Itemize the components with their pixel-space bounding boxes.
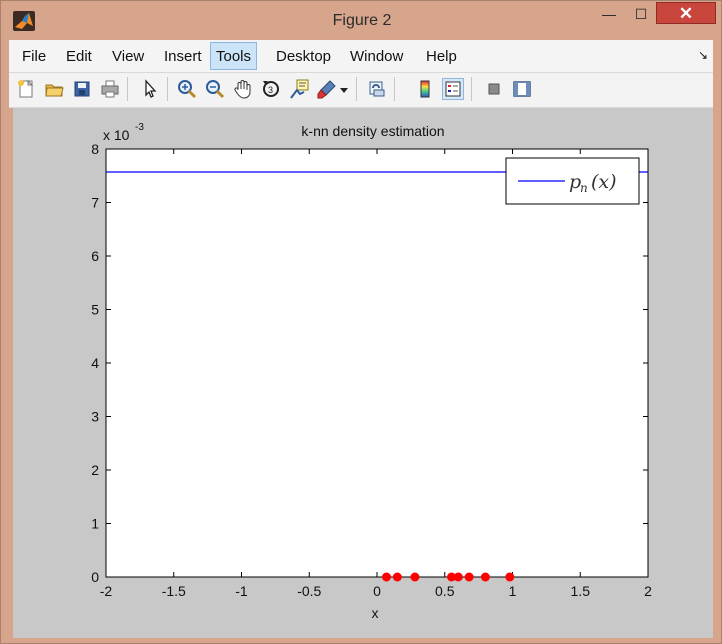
menu-help[interactable]: Help <box>421 46 462 68</box>
y-tick-label: 7 <box>91 195 99 211</box>
colorbar-icon[interactable] <box>414 78 436 100</box>
figure-window: Figure 2 — ☐ ✕ File Edit View Insert Too… <box>0 0 722 644</box>
print-icon[interactable] <box>99 78 121 100</box>
save-icon[interactable] <box>71 78 93 100</box>
sample-point <box>464 572 474 582</box>
x-tick-label: -0.5 <box>297 583 321 599</box>
maximize-button[interactable]: ☐ <box>628 3 654 25</box>
y-tick-label: 0 <box>91 569 99 585</box>
close-button[interactable]: ✕ <box>656 2 716 24</box>
sample-point <box>410 572 420 582</box>
axes-box <box>105 148 649 578</box>
y-exponent-base: x 10 <box>103 127 130 143</box>
sample-point <box>381 572 391 582</box>
menu-edit[interactable]: Edit <box>61 46 97 68</box>
toolbar-separator <box>167 77 168 101</box>
x-tick-label: 1.5 <box>571 583 591 599</box>
menu-window[interactable]: Window <box>345 46 408 68</box>
x-tick-label: -2 <box>100 583 113 599</box>
plot-area[interactable]: k-nn density estimation x x 10 -3 -2 -1.5… <box>13 108 713 638</box>
y-tick-label: 6 <box>91 248 99 264</box>
pointer-icon[interactable] <box>139 78 161 100</box>
data-cursor-icon[interactable] <box>288 78 310 100</box>
y-tick-label: 3 <box>91 409 99 425</box>
show-plot-tools-icon[interactable] <box>511 78 533 100</box>
legend-argument: (x) <box>591 171 617 193</box>
menu-file[interactable]: File <box>17 46 51 68</box>
x-tick-label: 1 <box>509 583 517 599</box>
dock-arrow-icon[interactable]: ↘ <box>698 48 708 62</box>
sample-point <box>505 572 515 582</box>
y-tick-label: 1 <box>91 516 99 532</box>
link-plot-icon[interactable] <box>366 78 388 100</box>
sample-point <box>453 572 463 582</box>
x-tick-label: 2 <box>644 583 652 599</box>
chart-title: k-nn density estimation <box>301 123 444 139</box>
y-tick-label: 5 <box>91 302 99 318</box>
x-tick-label: -1 <box>235 583 248 599</box>
title-bar[interactable]: Figure 2 — ☐ ✕ <box>1 1 721 39</box>
x-tick-label: -1.5 <box>162 583 186 599</box>
svg-text:3: 3 <box>268 85 273 95</box>
figure-toolbar: 3 <box>9 73 713 108</box>
menu-bar: File Edit View Insert Tools Desktop Wind… <box>9 40 713 73</box>
sample-point <box>392 572 402 582</box>
x-axis-label: x <box>372 605 379 621</box>
rotate-3d-icon[interactable]: 3 <box>260 78 282 100</box>
menu-view[interactable]: View <box>107 46 149 68</box>
dropdown-arrow-icon[interactable] <box>338 78 350 100</box>
toolbar-separator <box>394 77 395 101</box>
legend-box[interactable]: p n (x) <box>505 157 640 205</box>
menu-desktop[interactable]: Desktop <box>271 46 336 68</box>
sample-point <box>480 572 490 582</box>
menu-tools[interactable]: Tools <box>210 42 258 70</box>
minimize-button[interactable]: — <box>596 3 622 25</box>
toolbar-separator <box>356 77 357 101</box>
toolbar-separator <box>127 77 128 101</box>
legend-icon[interactable] <box>442 78 464 100</box>
legend-subscript: n <box>580 181 588 195</box>
x-tick-label: 0.5 <box>435 583 455 599</box>
y-exponent-value: -3 <box>135 122 144 133</box>
zoom-in-icon[interactable] <box>176 78 198 100</box>
brush-icon[interactable] <box>316 78 338 100</box>
pan-icon[interactable] <box>232 78 254 100</box>
y-tick-label: 2 <box>91 462 99 478</box>
menu-insert[interactable]: Insert <box>159 46 207 68</box>
y-tick-label: 8 <box>91 141 99 157</box>
hide-plot-tools-icon[interactable] <box>483 78 505 100</box>
zoom-out-icon[interactable] <box>204 78 226 100</box>
open-file-icon[interactable] <box>43 78 65 100</box>
toolbar-separator <box>471 77 472 101</box>
new-figure-icon[interactable] <box>15 78 37 100</box>
y-tick-label: 4 <box>91 355 99 371</box>
x-tick-label: 0 <box>373 583 381 599</box>
figure-canvas: k-nn density estimation x x 10 -3 -2 -1.5… <box>13 108 713 638</box>
